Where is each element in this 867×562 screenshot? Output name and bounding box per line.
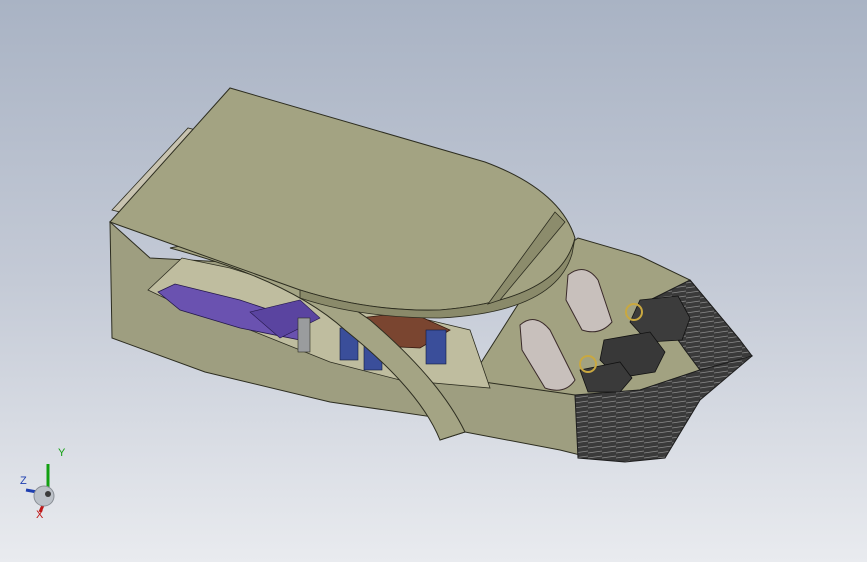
triad-y-label: Y (58, 447, 66, 459)
graphics-viewport[interactable]: Y Z X (0, 0, 867, 562)
triad-x-label: X (36, 509, 44, 521)
triad-axes (25, 464, 55, 513)
interior-chair-3 (425, 329, 447, 365)
triad-z-label: Z (20, 475, 27, 487)
boat-model[interactable] (0, 0, 867, 562)
view-orientation-triad: Y Z X (14, 446, 78, 532)
interior-post (297, 317, 311, 353)
